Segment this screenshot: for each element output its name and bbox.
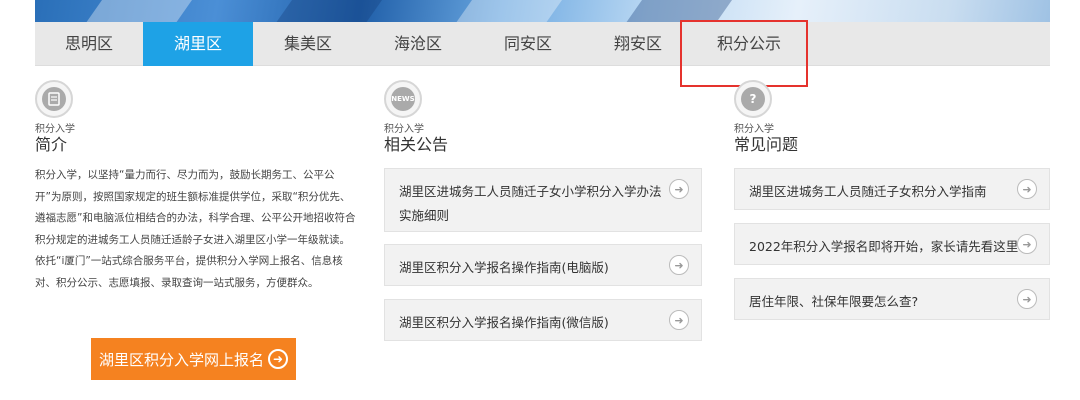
notice-item-label: 湖里区积分入学报名操作指南(电脑版) (399, 260, 609, 275)
tab-xiangan[interactable]: 翔安区 (583, 22, 693, 66)
intro-paragraph: 积分入学，以坚持“量力而行、尽力而为，鼓励长期务工、公平公开”为原则，按照国家规… (35, 169, 356, 246)
notice-item[interactable]: 湖里区积分入学报名操作指南(微信版) ➜ (384, 299, 702, 341)
intro-title: 简介 (35, 135, 68, 154)
faq-item[interactable]: 居住年限、社保年限要怎么查? ➜ (734, 278, 1050, 320)
tab-huli[interactable]: 湖里区 (143, 22, 253, 66)
faq-item[interactable]: 2022年积分入学报名即将开始，家长请先看这里 ➜ (734, 223, 1050, 265)
notices-section: NEWS 积分入学 相关公告 (384, 80, 448, 155)
arrow-right-icon: ➜ (669, 310, 689, 330)
intro-section: 积分入学 简介 (35, 80, 75, 155)
tab-tongan[interactable]: 同安区 (473, 22, 583, 66)
document-icon-inner (42, 87, 66, 111)
banner-stripe (613, 0, 747, 22)
notice-item-label: 湖里区积分入学报名操作指南(微信版) (399, 315, 609, 330)
faq-title: 常见问题 (734, 135, 799, 154)
faq-section: ? 积分入学 常见问题 (734, 80, 798, 155)
news-icon: NEWS (384, 80, 422, 118)
notice-item[interactable]: 湖里区积分入学报名操作指南(电脑版) ➜ (384, 244, 702, 286)
arrow-right-icon: ➜ (1017, 179, 1037, 199)
intro-text: 积分入学，以坚持“量力而行、尽力而为，鼓励长期务工、公平公开”为原则，按照国家规… (35, 165, 360, 294)
faq-small-label: 积分入学 (734, 124, 774, 135)
question-icon-inner: ? (741, 87, 765, 111)
banner-stripe (73, 0, 207, 22)
tab-haicang[interactable]: 海沧区 (363, 22, 473, 66)
arrow-right-icon: ➜ (1017, 289, 1037, 309)
header-banner (35, 0, 1050, 22)
banner-stripe (443, 0, 577, 22)
notice-item-label: 湖里区进城务工人员随迁子女小学积分入学办法 (399, 184, 662, 199)
question-icon: ? (734, 80, 772, 118)
highlight-box (680, 20, 808, 87)
arrow-right-icon: ➜ (1017, 234, 1037, 254)
news-icon-inner: NEWS (391, 87, 415, 111)
tab-siming[interactable]: 思明区 (35, 22, 143, 66)
arrow-right-icon: ➜ (268, 349, 288, 369)
enroll-button-label: 湖里区积分入学网上报名 (98, 350, 264, 369)
notice-item-label-line2: 实施细则 (399, 208, 450, 223)
arrow-right-icon: ➜ (669, 255, 689, 275)
tab-jimei[interactable]: 集美区 (253, 22, 363, 66)
intro-small-label: 积分入学 (35, 124, 75, 135)
district-tab-bar: 思明区 湖里区 集美区 海沧区 同安区 翔安区 积分公示 (35, 22, 1050, 66)
faq-item-label: 2022年积分入学报名即将开始，家长请先看这里 (749, 239, 1019, 254)
notices-small-label: 积分入学 (384, 124, 424, 135)
intro-paragraph: 依托“i厦门”一站式综合服务平台，提供积分入学网上报名、信息核对、积分公示、志愿… (35, 255, 343, 289)
faq-item[interactable]: 湖里区进城务工人员随迁子女积分入学指南 ➜ (734, 168, 1050, 210)
document-icon (35, 80, 73, 118)
notices-title: 相关公告 (384, 135, 449, 154)
notice-item[interactable]: 湖里区进城务工人员随迁子女小学积分入学办法 实施细则 ➜ (384, 168, 702, 232)
online-enroll-button[interactable]: 湖里区积分入学网上报名 ➜ (91, 338, 296, 380)
banner-stripe (263, 0, 397, 22)
arrow-right-icon: ➜ (669, 179, 689, 199)
faq-item-label: 居住年限、社保年限要怎么查? (749, 294, 919, 309)
faq-item-label: 湖里区进城务工人员随迁子女积分入学指南 (749, 184, 987, 199)
